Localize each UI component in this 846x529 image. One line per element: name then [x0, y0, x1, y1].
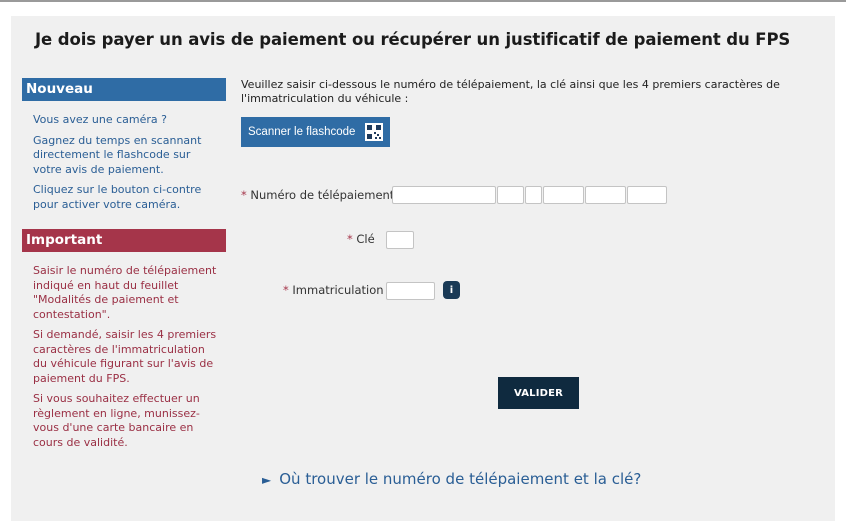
- form-instruction: Veuillez saisir ci-dessous le numéro de …: [241, 78, 780, 105]
- immat-label-text: Immatriculation: [292, 283, 384, 297]
- info-icon[interactable]: i: [443, 281, 460, 299]
- help-link-text: Où trouver le numéro de télépaiement et …: [279, 470, 642, 488]
- numero-field-1[interactable]: [392, 186, 496, 204]
- immat-field[interactable]: [386, 282, 435, 300]
- numero-field-3[interactable]: [525, 186, 542, 204]
- valider-button[interactable]: VALIDER: [498, 377, 579, 409]
- important-box: Important Saisir le numéro de télépaieme…: [22, 229, 226, 456]
- important-text-3: Si vous souhaitez effectuer un règlement…: [33, 392, 200, 449]
- top-border: [0, 0, 846, 2]
- numero-label: * Numéro de télépaiement: [241, 188, 394, 202]
- triangle-right-icon: ►: [262, 473, 272, 487]
- scan-button-label: Scanner le flashcode: [248, 126, 356, 138]
- immat-label: * Immatriculation: [283, 283, 384, 297]
- nouveau-heading: Nouveau: [22, 78, 226, 101]
- important-text-2: Si demandé, saisir les 4 premiers caract…: [33, 328, 217, 385]
- important-heading: Important: [22, 229, 226, 252]
- cle-field[interactable]: [386, 231, 414, 249]
- numero-field-6[interactable]: [627, 186, 667, 204]
- cle-label-text: Clé: [356, 232, 375, 246]
- required-marker: *: [241, 188, 247, 202]
- numero-label-text: Numéro de télépaiement: [250, 188, 395, 202]
- nouveau-text-3: Cliquez sur le bouton ci-contre pour act…: [33, 183, 202, 211]
- nouveau-text-1: Vous avez une caméra ?: [33, 113, 167, 126]
- main-panel: Je dois payer un avis de paiement ou réc…: [11, 16, 835, 521]
- numero-field-5[interactable]: [585, 186, 626, 204]
- nouveau-box: Nouveau Vous avez une caméra ? Gagnez du…: [22, 78, 226, 218]
- qr-code-icon: [365, 123, 383, 141]
- nouveau-body: Vous avez une caméra ? Gagnez du temps e…: [22, 101, 226, 212]
- cle-label: * Clé: [347, 232, 375, 246]
- important-text-1: Saisir le numéro de télépaiement indiqué…: [33, 264, 217, 321]
- page-title: Je dois payer un avis de paiement ou réc…: [35, 30, 791, 49]
- required-marker: *: [347, 232, 353, 246]
- nouveau-text-2: Gagnez du temps en scannant directement …: [33, 133, 202, 176]
- numero-field-2[interactable]: [497, 186, 524, 204]
- required-marker: *: [283, 283, 289, 297]
- numero-field-4[interactable]: [543, 186, 584, 204]
- important-body: Saisir le numéro de télépaiement indiqué…: [22, 252, 226, 450]
- help-link[interactable]: ► Où trouver le numéro de télépaiement et…: [262, 470, 641, 488]
- scan-flashcode-button[interactable]: Scanner le flashcode: [241, 117, 390, 147]
